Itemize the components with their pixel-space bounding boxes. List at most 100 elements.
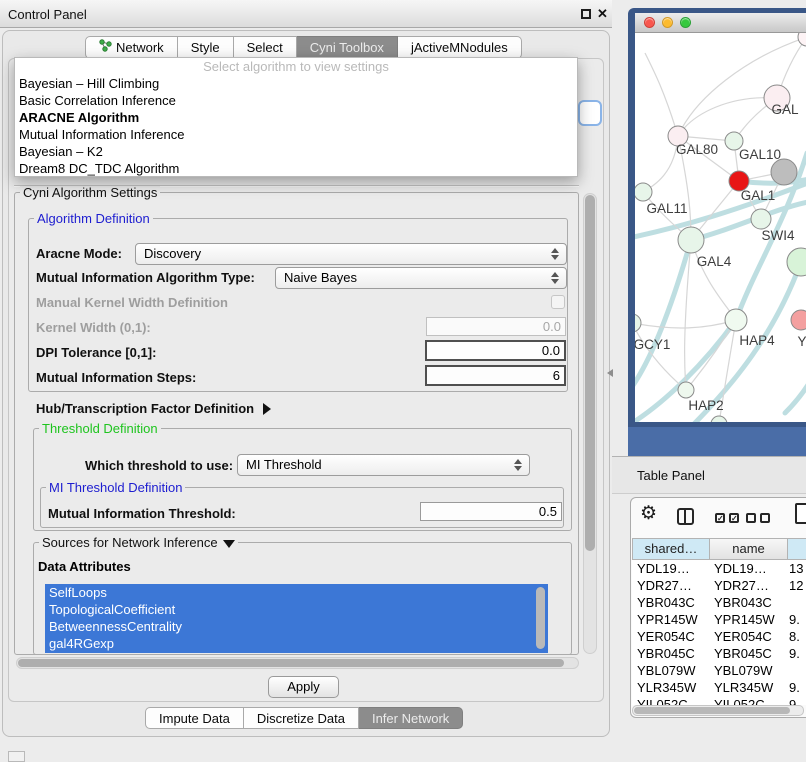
- minimize-window-icon[interactable]: [662, 17, 673, 28]
- attributes-list-scrollbar[interactable]: [536, 587, 545, 649]
- table-cell: YER054C: [632, 628, 709, 645]
- maximize-window-icon[interactable]: [680, 17, 691, 28]
- table-cell: 8.: [787, 628, 806, 645]
- table-cell: 9.: [787, 696, 806, 705]
- table-row[interactable]: YBR045CYBR045C9.: [632, 645, 806, 662]
- which-threshold-select[interactable]: MI Threshold: [237, 454, 530, 476]
- dropdown-item[interactable]: Basic Correlation Inference: [15, 92, 577, 109]
- manual-kernel-width-label: Manual Kernel Width Definition: [36, 295, 228, 310]
- table-cell: YLR345W: [632, 679, 709, 696]
- network-node[interactable]: [678, 227, 704, 253]
- network-node[interactable]: [787, 248, 806, 276]
- tab-impute-data[interactable]: Impute Data: [145, 707, 244, 729]
- settings-vertical-scrollbar[interactable]: [583, 193, 597, 654]
- dropdown-item[interactable]: Bayesian – K2: [15, 143, 577, 160]
- network-node[interactable]: [771, 159, 797, 185]
- table-cell: [787, 594, 806, 611]
- attribute-item[interactable]: gal4RGexp: [45, 635, 548, 652]
- close-window-icon[interactable]: [644, 17, 655, 28]
- split-view-icon[interactable]: [677, 508, 694, 525]
- hub-transcription-factor-section[interactable]: Hub/Transcription Factor Definition: [36, 401, 271, 416]
- tab-network[interactable]: Network: [85, 36, 178, 59]
- node-label: HAP2: [688, 398, 723, 413]
- tab-discretize-data[interactable]: Discretize Data: [244, 707, 359, 729]
- tab-label: Network: [116, 37, 164, 58]
- desktop-background: [628, 427, 806, 457]
- mi-threshold-input[interactable]: [420, 502, 562, 521]
- table-row[interactable]: YLR345WYLR345W9.: [632, 679, 806, 696]
- network-node[interactable]: [678, 382, 694, 398]
- mi-threshold-definition-title: MI Threshold Definition: [46, 481, 185, 494]
- network-node[interactable]: [725, 309, 747, 331]
- dropdown-item-selected[interactable]: ARACNE Algorithm: [15, 109, 577, 126]
- control-panel-title: Control Panel: [8, 7, 87, 22]
- mi-steps-input[interactable]: [425, 365, 566, 386]
- attribute-item[interactable]: SelfLoops: [45, 584, 548, 601]
- minimized-panel-icon[interactable]: [8, 751, 25, 762]
- table-row[interactable]: YBL079WYBL079W: [632, 662, 806, 679]
- kernel-width-input[interactable]: [426, 317, 566, 336]
- close-icon[interactable]: ✕: [597, 6, 608, 22]
- network-node[interactable]: [635, 183, 652, 201]
- network-node[interactable]: [711, 416, 727, 422]
- table-body[interactable]: YDL19…YDL19…13YDR27…YDR27…12YBR043CYBR04…: [632, 560, 806, 705]
- spinner-arrows-icon: [551, 248, 559, 260]
- apply-button[interactable]: Apply: [268, 676, 339, 698]
- attribute-item[interactable]: BetweennessCentrality: [45, 618, 548, 635]
- column-header-partial[interactable]: [787, 538, 806, 560]
- page-icon[interactable]: [795, 503, 806, 524]
- algorithm-select-focus-fragment[interactable]: [578, 100, 602, 126]
- table-row[interactable]: YER054CYER054C8.: [632, 628, 806, 645]
- column-header-name[interactable]: name: [709, 538, 788, 560]
- attribute-item[interactable]: TopologicalCoefficient: [45, 601, 548, 618]
- dpi-tolerance-label: DPI Tolerance [0,1]:: [36, 345, 156, 360]
- table-row[interactable]: YDL19…YDL19…13: [632, 560, 806, 577]
- table-cell: YBR043C: [632, 594, 709, 611]
- tab-style[interactable]: Style: [178, 36, 234, 59]
- network-node[interactable]: [798, 33, 806, 46]
- table-cell: YPR145W: [709, 611, 787, 628]
- dropdown-item[interactable]: Bayesian – Hill Climbing: [15, 75, 577, 92]
- manual-kernel-width-checkbox[interactable]: [551, 295, 565, 309]
- tab-jactivemnodules[interactable]: jActiveMNodules: [398, 36, 522, 59]
- scrollbar-thumb[interactable]: [634, 707, 790, 714]
- network-canvas[interactable]: GALGAL80GAL10GAL1GAL11SWI4GAL4HAP4YGCY1H…: [635, 33, 806, 422]
- table-row[interactable]: YPR145WYPR145W9.: [632, 611, 806, 628]
- node-label: GCY1: [635, 337, 670, 352]
- network-node[interactable]: [791, 310, 806, 330]
- tab-infer-network[interactable]: Infer Network: [359, 707, 463, 729]
- mi-algorithm-type-select[interactable]: Naive Bayes: [275, 267, 567, 289]
- checked-columns-icon[interactable]: ✓✓: [715, 513, 739, 523]
- data-attributes-list[interactable]: SelfLoops TopologicalCoefficient Between…: [45, 584, 548, 653]
- table-row[interactable]: YIL052CYIL052C9.: [632, 696, 806, 705]
- tab-cyni-toolbox[interactable]: Cyni Toolbox: [297, 36, 398, 59]
- tab-label: Discretize Data: [257, 708, 345, 729]
- splitter-collapse-arrow[interactable]: [607, 369, 613, 377]
- network-node[interactable]: [751, 209, 771, 229]
- scrollbar-thumb[interactable]: [585, 195, 595, 551]
- aracne-mode-select[interactable]: Discovery: [135, 243, 567, 265]
- network-node[interactable]: [635, 314, 641, 332]
- dpi-tolerance-input[interactable]: [425, 340, 566, 361]
- table-cell: [787, 662, 806, 679]
- float-window-icon[interactable]: [581, 9, 591, 19]
- dropdown-item[interactable]: Dream8 DC_TDC Algorithm: [15, 160, 577, 177]
- table-row[interactable]: YDR27…YDR27…12: [632, 577, 806, 594]
- column-header-shared-name[interactable]: shared…: [632, 538, 710, 560]
- network-window-titlebar[interactable]: [635, 13, 806, 33]
- expanded-arrow-icon: [223, 540, 235, 548]
- table-horizontal-scrollbar[interactable]: [632, 705, 804, 716]
- table-cell: YDR27…: [709, 577, 787, 594]
- dropdown-item[interactable]: Mutual Information Inference: [15, 126, 577, 143]
- tab-select[interactable]: Select: [234, 36, 297, 59]
- settings-horizontal-scrollbar[interactable]: [16, 657, 579, 669]
- table-panel-title: Table Panel: [637, 468, 705, 483]
- unchecked-columns-icon[interactable]: [746, 513, 770, 523]
- sources-group-title[interactable]: Sources for Network Inference: [39, 536, 238, 549]
- node-label: GAL11: [646, 201, 687, 216]
- table-row[interactable]: YBR043CYBR043C: [632, 594, 806, 611]
- gear-icon[interactable]: ⚙: [640, 503, 657, 525]
- scrollbar-thumb[interactable]: [18, 659, 564, 667]
- table-panel-titlebar: Table Panel: [612, 456, 806, 494]
- table-cell: YIL052C: [709, 696, 787, 705]
